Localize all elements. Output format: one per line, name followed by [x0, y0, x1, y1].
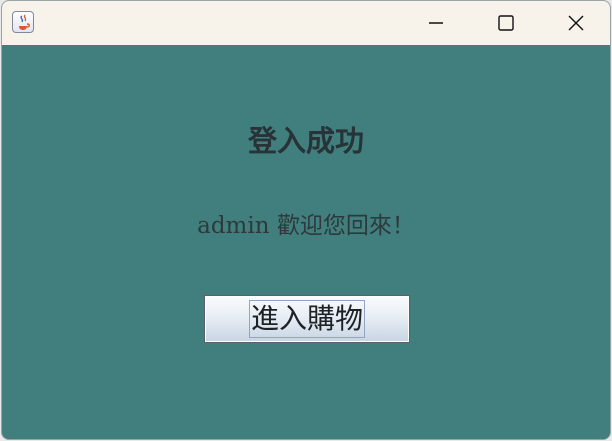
- java-coffee-cup-icon[interactable]: [12, 11, 34, 33]
- maximize-button[interactable]: [470, 1, 540, 45]
- close-icon: [568, 15, 584, 31]
- close-button[interactable]: [540, 1, 610, 45]
- main-content: 登入成功 admin 歡迎您回來！ 進入購物: [2, 45, 610, 439]
- login-success-title: 登入成功: [247, 124, 364, 158]
- title-bar[interactable]: [2, 1, 610, 45]
- enter-shopping-button[interactable]: 進入購物: [204, 295, 410, 343]
- maximize-icon: [498, 15, 514, 31]
- minimize-icon: [429, 22, 443, 24]
- welcome-message: admin 歡迎您回來！: [197, 213, 415, 239]
- minimize-button[interactable]: [400, 1, 470, 45]
- enter-shopping-label: 進入購物: [250, 302, 363, 335]
- button-focus-ring: 進入購物: [248, 300, 365, 338]
- application-window: 登入成功 admin 歡迎您回來！ 進入購物: [1, 0, 611, 440]
